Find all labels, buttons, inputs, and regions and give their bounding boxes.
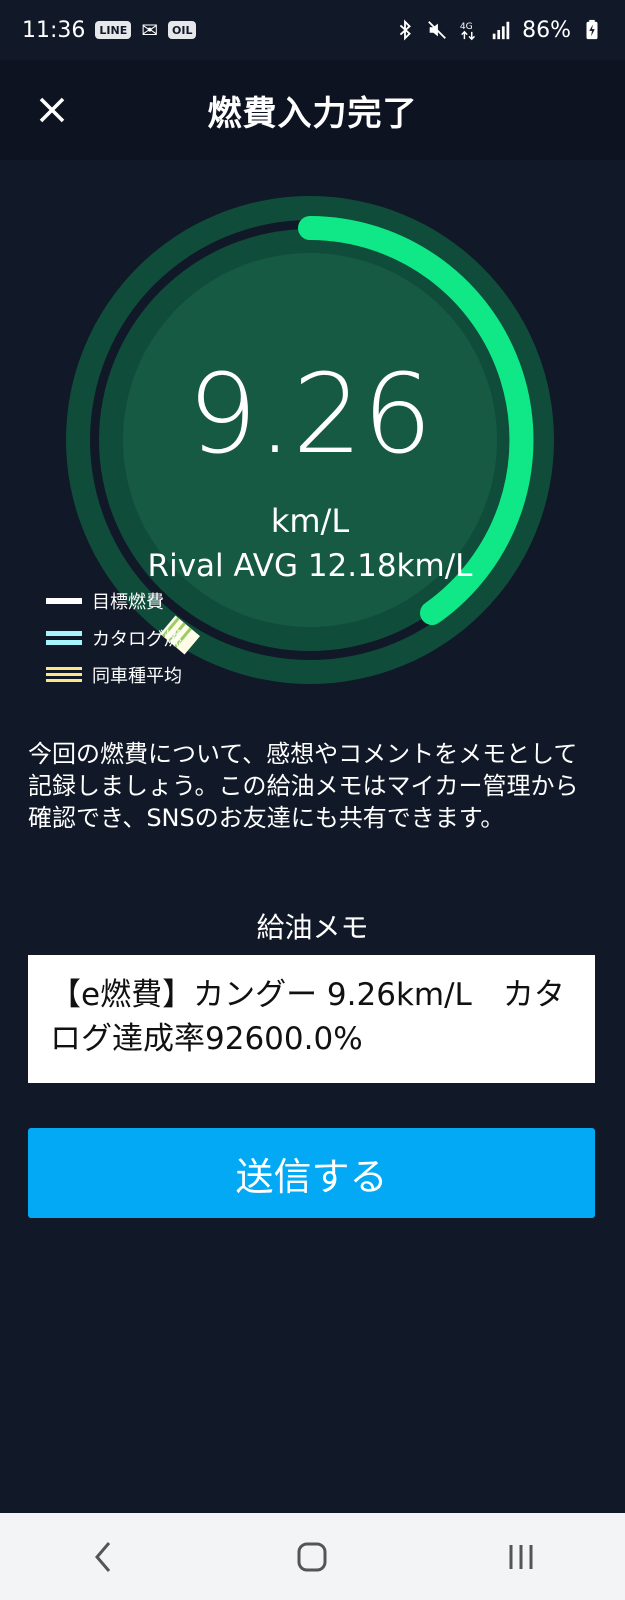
legend-label: 同車種平均 bbox=[92, 665, 182, 687]
recents-icon bbox=[509, 1544, 533, 1569]
memo-input[interactable] bbox=[28, 955, 595, 1083]
legend-swatch-white bbox=[46, 597, 82, 604]
status-bar: 11:36 LINE ✉ OIL 4G 86% bbox=[0, 0, 625, 60]
nav-home-button[interactable] bbox=[282, 1527, 342, 1587]
line-app-icon: LINE bbox=[95, 21, 132, 39]
mute-icon bbox=[428, 21, 446, 39]
mail-icon: ✉ bbox=[141, 18, 158, 42]
status-bar-left: 11:36 LINE ✉ OIL bbox=[22, 17, 197, 43]
svg-text:4G: 4G bbox=[460, 21, 473, 32]
legend-item-catalog: カタログ燃 bbox=[46, 619, 182, 656]
legend-label: カタログ燃 bbox=[92, 628, 182, 650]
legend-label: 目標燃費 bbox=[92, 591, 164, 613]
home-icon bbox=[297, 1542, 327, 1571]
nav-recents-button[interactable] bbox=[491, 1527, 551, 1587]
bluetooth-icon bbox=[399, 19, 412, 41]
battery-charging-icon bbox=[586, 19, 598, 40]
signal-icon bbox=[492, 21, 510, 40]
send-button[interactable]: 送信する bbox=[28, 1128, 595, 1218]
status-time: 11:36 bbox=[22, 17, 86, 43]
gauge-inner bbox=[123, 253, 497, 627]
status-bar-right: 4G 86% bbox=[394, 18, 603, 43]
system-nav-bar bbox=[0, 1513, 625, 1600]
nav-back-button[interactable] bbox=[74, 1527, 134, 1587]
oil-app-icon: OIL bbox=[168, 21, 197, 39]
legend-item-target: 目標燃費 bbox=[46, 582, 182, 619]
legend-swatch-cyan bbox=[46, 630, 82, 645]
close-icon bbox=[39, 97, 65, 123]
legend-swatch-yellow bbox=[46, 666, 82, 683]
app-header: 燃費入力完了 bbox=[0, 60, 625, 160]
close-button[interactable] bbox=[30, 88, 74, 132]
back-chevron-icon bbox=[95, 1541, 111, 1572]
network-4g-icon: 4G bbox=[460, 21, 476, 41]
gauge-legend: 目標燃費 カタログ燃 同車種平均 bbox=[46, 582, 182, 693]
legend-item-same-model: 同車種平均 bbox=[46, 656, 182, 693]
memo-description: 今回の燃費について、感想やコメントをメモとして記録しましょう。この給油メモはマイ… bbox=[28, 740, 579, 832]
page-title: 燃費入力完了 bbox=[207, 93, 418, 134]
memo-label: 給油メモ bbox=[256, 911, 369, 944]
battery-percent: 86% bbox=[522, 17, 571, 43]
